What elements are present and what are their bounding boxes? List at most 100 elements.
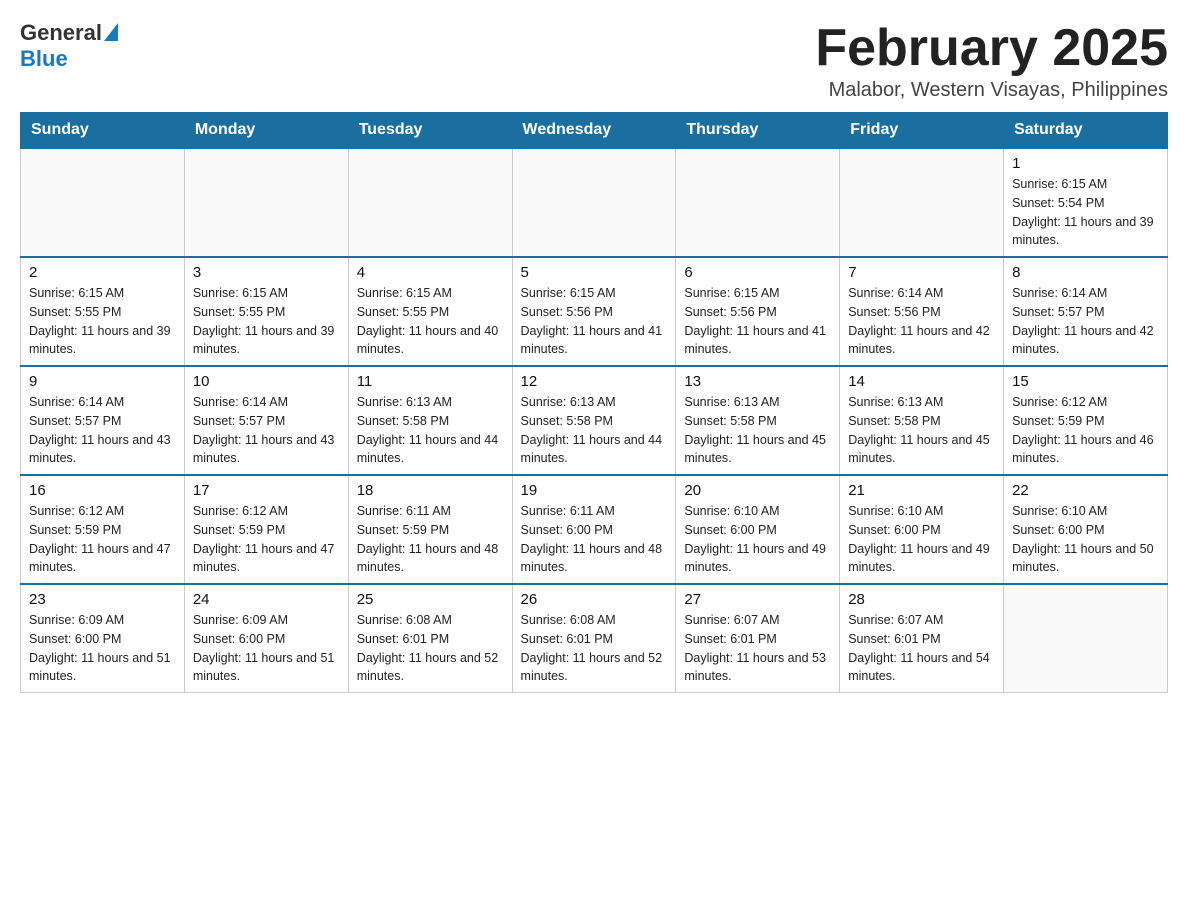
day-info: Sunrise: 6:14 AM Sunset: 5:57 PM Dayligh… bbox=[193, 393, 340, 468]
calendar-day-cell: 4Sunrise: 6:15 AM Sunset: 5:55 PM Daylig… bbox=[348, 257, 512, 366]
calendar-header-cell: Thursday bbox=[676, 113, 840, 149]
day-number: 11 bbox=[357, 373, 504, 390]
day-number: 21 bbox=[848, 482, 995, 499]
calendar-header-cell: Monday bbox=[184, 113, 348, 149]
calendar-day-cell: 13 Sunrise: 6:13 AM Sunset: 5:58 PM Dayli… bbox=[676, 366, 840, 475]
day-number: 15 bbox=[1012, 373, 1159, 390]
day-number: 5 bbox=[521, 264, 668, 281]
calendar-day-cell: 2 Sunrise: 6:15 AM Sunset: 5:55 PM Daylig… bbox=[21, 257, 185, 366]
day-number: 10 bbox=[193, 373, 340, 390]
location-subtitle: Malabor, Western Visayas, Philippines bbox=[815, 79, 1168, 102]
calendar-day-cell: 15Sunrise: 6:12 AM Sunset: 5:59 PM Dayli… bbox=[1004, 366, 1168, 475]
day-info: Sunrise: 6:08 AM Sunset: 6:01 PM Dayligh… bbox=[357, 611, 504, 686]
day-number: 4 bbox=[357, 264, 504, 281]
calendar-header-row: SundayMondayTuesdayWednesdayThursdayFrid… bbox=[21, 113, 1168, 149]
calendar-header-cell: Sunday bbox=[21, 113, 185, 149]
calendar-header-cell: Tuesday bbox=[348, 113, 512, 149]
day-info: Sunrise: 6:08 AM Sunset: 6:01 PM Dayligh… bbox=[521, 611, 668, 686]
calendar-day-cell bbox=[676, 148, 840, 257]
calendar-day-cell bbox=[1004, 584, 1168, 693]
day-info: Sunrise: 6:15 AM Sunset: 5:56 PM Dayligh… bbox=[684, 284, 831, 359]
calendar-header-cell: Friday bbox=[840, 113, 1004, 149]
calendar-day-cell: 18 Sunrise: 6:11 AM Sunset: 5:59 PM Dayli… bbox=[348, 475, 512, 584]
calendar-header-cell: Wednesday bbox=[512, 113, 676, 149]
calendar-week-row: 2 Sunrise: 6:15 AM Sunset: 5:55 PM Daylig… bbox=[21, 257, 1168, 366]
day-number: 3 bbox=[193, 264, 340, 281]
calendar-day-cell: 1 Sunrise: 6:15 AM Sunset: 5:54 PM Daylig… bbox=[1004, 148, 1168, 257]
calendar-day-cell: 14 Sunrise: 6:13 AM Sunset: 5:58 PM Dayli… bbox=[840, 366, 1004, 475]
day-number: 23 bbox=[29, 591, 176, 608]
calendar-day-cell: 6Sunrise: 6:15 AM Sunset: 5:56 PM Daylig… bbox=[676, 257, 840, 366]
day-number: 26 bbox=[521, 591, 668, 608]
page-header: General Blue February 2025 Malabor, West… bbox=[20, 20, 1168, 102]
calendar-day-cell: 23 Sunrise: 6:09 AM Sunset: 6:00 PM Dayli… bbox=[21, 584, 185, 693]
month-title: February 2025 bbox=[815, 20, 1168, 77]
calendar-header: SundayMondayTuesdayWednesdayThursdayFrid… bbox=[21, 113, 1168, 149]
day-info: Sunrise: 6:15 AM Sunset: 5:55 PM Dayligh… bbox=[193, 284, 340, 359]
day-info: Sunrise: 6:13 AM Sunset: 5:58 PM Dayligh… bbox=[357, 393, 504, 468]
calendar-day-cell bbox=[348, 148, 512, 257]
day-number: 16 bbox=[29, 482, 176, 499]
calendar-day-cell bbox=[512, 148, 676, 257]
logo-triangle-icon bbox=[104, 23, 118, 41]
day-number: 24 bbox=[193, 591, 340, 608]
calendar-day-cell: 25 Sunrise: 6:08 AM Sunset: 6:01 PM Dayli… bbox=[348, 584, 512, 693]
logo-general-text: General bbox=[20, 20, 102, 46]
calendar-day-cell: 9 Sunrise: 6:14 AM Sunset: 5:57 PM Daylig… bbox=[21, 366, 185, 475]
calendar-day-cell: 10 Sunrise: 6:14 AM Sunset: 5:57 PM Dayli… bbox=[184, 366, 348, 475]
day-info: Sunrise: 6:09 AM Sunset: 6:00 PM Dayligh… bbox=[29, 611, 176, 686]
day-info: Sunrise: 6:15 AM Sunset: 5:56 PM Dayligh… bbox=[521, 284, 668, 359]
calendar-day-cell: 21 Sunrise: 6:10 AM Sunset: 6:00 PM Dayli… bbox=[840, 475, 1004, 584]
day-number: 13 bbox=[684, 373, 831, 390]
day-info: Sunrise: 6:12 AM Sunset: 5:59 PM Dayligh… bbox=[29, 502, 176, 577]
calendar-day-cell: 16 Sunrise: 6:12 AM Sunset: 5:59 PM Dayli… bbox=[21, 475, 185, 584]
logo-blue-text: Blue bbox=[20, 46, 68, 72]
calendar-body: 1 Sunrise: 6:15 AM Sunset: 5:54 PM Daylig… bbox=[21, 148, 1168, 693]
calendar-day-cell: 11 Sunrise: 6:13 AM Sunset: 5:58 PM Dayli… bbox=[348, 366, 512, 475]
day-number: 28 bbox=[848, 591, 995, 608]
day-info: Sunrise: 6:11 AM Sunset: 6:00 PM Dayligh… bbox=[521, 502, 668, 577]
calendar-day-cell: 5 Sunrise: 6:15 AM Sunset: 5:56 PM Daylig… bbox=[512, 257, 676, 366]
day-info: Sunrise: 6:13 AM Sunset: 5:58 PM Dayligh… bbox=[684, 393, 831, 468]
day-number: 2 bbox=[29, 264, 176, 281]
day-number: 17 bbox=[193, 482, 340, 499]
day-info: Sunrise: 6:11 AM Sunset: 5:59 PM Dayligh… bbox=[357, 502, 504, 577]
calendar-week-row: 9 Sunrise: 6:14 AM Sunset: 5:57 PM Daylig… bbox=[21, 366, 1168, 475]
day-number: 14 bbox=[848, 373, 995, 390]
calendar-day-cell: 26 Sunrise: 6:08 AM Sunset: 6:01 PM Dayli… bbox=[512, 584, 676, 693]
day-info: Sunrise: 6:13 AM Sunset: 5:58 PM Dayligh… bbox=[848, 393, 995, 468]
calendar-day-cell: 12 Sunrise: 6:13 AM Sunset: 5:58 PM Dayli… bbox=[512, 366, 676, 475]
day-info: Sunrise: 6:07 AM Sunset: 6:01 PM Dayligh… bbox=[848, 611, 995, 686]
day-number: 9 bbox=[29, 373, 176, 390]
day-number: 18 bbox=[357, 482, 504, 499]
calendar-day-cell: 3 Sunrise: 6:15 AM Sunset: 5:55 PM Daylig… bbox=[184, 257, 348, 366]
day-number: 25 bbox=[357, 591, 504, 608]
day-info: Sunrise: 6:15 AM Sunset: 5:55 PM Dayligh… bbox=[29, 284, 176, 359]
day-info: Sunrise: 6:14 AM Sunset: 5:57 PM Dayligh… bbox=[29, 393, 176, 468]
calendar-week-row: 23 Sunrise: 6:09 AM Sunset: 6:00 PM Dayli… bbox=[21, 584, 1168, 693]
calendar-day-cell bbox=[21, 148, 185, 257]
day-info: Sunrise: 6:10 AM Sunset: 6:00 PM Dayligh… bbox=[848, 502, 995, 577]
calendar-header-cell: Saturday bbox=[1004, 113, 1168, 149]
calendar-day-cell: 24Sunrise: 6:09 AM Sunset: 6:00 PM Dayli… bbox=[184, 584, 348, 693]
day-number: 7 bbox=[848, 264, 995, 281]
calendar-day-cell: 20 Sunrise: 6:10 AM Sunset: 6:00 PM Dayli… bbox=[676, 475, 840, 584]
logo: General Blue bbox=[20, 20, 118, 72]
day-info: Sunrise: 6:14 AM Sunset: 5:56 PM Dayligh… bbox=[848, 284, 995, 359]
calendar-day-cell: 17Sunrise: 6:12 AM Sunset: 5:59 PM Dayli… bbox=[184, 475, 348, 584]
calendar-day-cell: 19Sunrise: 6:11 AM Sunset: 6:00 PM Dayli… bbox=[512, 475, 676, 584]
day-number: 1 bbox=[1012, 155, 1159, 172]
calendar-day-cell: 22 Sunrise: 6:10 AM Sunset: 6:00 PM Dayli… bbox=[1004, 475, 1168, 584]
day-info: Sunrise: 6:15 AM Sunset: 5:54 PM Dayligh… bbox=[1012, 175, 1159, 250]
calendar-day-cell bbox=[840, 148, 1004, 257]
day-number: 27 bbox=[684, 591, 831, 608]
day-info: Sunrise: 6:10 AM Sunset: 6:00 PM Dayligh… bbox=[1012, 502, 1159, 577]
calendar-day-cell: 27Sunrise: 6:07 AM Sunset: 6:01 PM Dayli… bbox=[676, 584, 840, 693]
day-number: 22 bbox=[1012, 482, 1159, 499]
day-info: Sunrise: 6:10 AM Sunset: 6:00 PM Dayligh… bbox=[684, 502, 831, 577]
day-number: 20 bbox=[684, 482, 831, 499]
day-number: 12 bbox=[521, 373, 668, 390]
day-info: Sunrise: 6:13 AM Sunset: 5:58 PM Dayligh… bbox=[521, 393, 668, 468]
calendar-week-row: 1 Sunrise: 6:15 AM Sunset: 5:54 PM Daylig… bbox=[21, 148, 1168, 257]
title-block: February 2025 Malabor, Western Visayas, … bbox=[815, 20, 1168, 102]
